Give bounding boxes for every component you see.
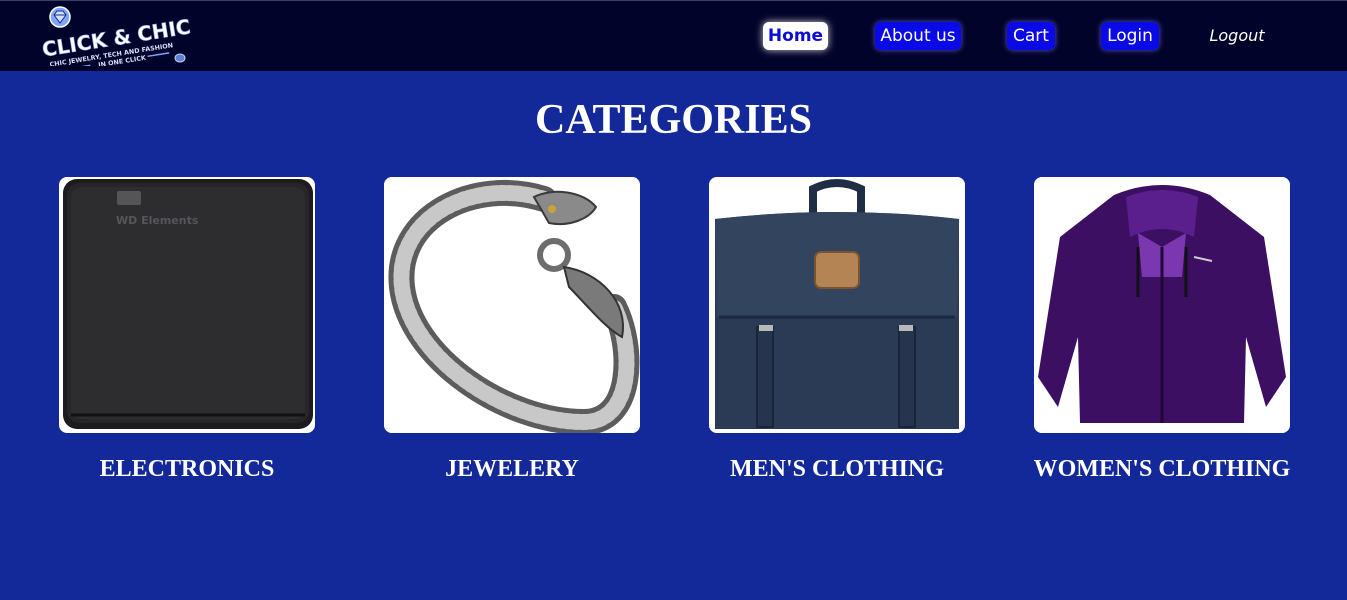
logo-graphic: CLICK & CHIC CHIC JEWELRY, TECH AND FASH…	[40, 6, 193, 66]
navbar: CLICK & CHIC CHIC JEWELRY, TECH AND FASH…	[0, 0, 1347, 71]
category-label-jewelery[interactable]: JEWELERY	[372, 456, 652, 483]
nav-cart-button[interactable]: Cart	[1007, 22, 1055, 50]
category-image-womens-clothing[interactable]	[1034, 177, 1290, 433]
hard-drive-icon: WD Elements	[63, 179, 313, 429]
diamond-icon	[49, 6, 71, 28]
logo[interactable]: CLICK & CHIC CHIC JEWELRY, TECH AND FASH…	[36, 4, 196, 66]
nav-about-button[interactable]: About us	[875, 22, 961, 50]
backpack-icon	[709, 177, 965, 433]
fox-logo-patch	[814, 251, 860, 289]
nav-home-button[interactable]: Home	[763, 22, 828, 50]
page-title: CATEGORIES	[535, 97, 812, 143]
category-image-mens-clothing[interactable]	[709, 177, 965, 433]
jacket-icon	[1034, 177, 1290, 433]
logo-underline-right	[147, 52, 170, 58]
wd-badge-icon	[117, 191, 141, 205]
bracelet-icon	[384, 177, 640, 433]
category-label-mens-clothing[interactable]: MEN'S CLOTHING	[697, 456, 977, 483]
category-label-womens-clothing[interactable]: WOMEN'S CLOTHING	[1022, 456, 1302, 483]
nav-logout-link[interactable]: Logout	[1207, 23, 1267, 49]
nav-login-button[interactable]: Login	[1101, 22, 1159, 50]
hdd-brand-text: WD Elements	[116, 214, 199, 227]
category-image-electronics[interactable]: WD Elements	[59, 177, 315, 433]
ring-icon	[174, 53, 186, 63]
category-image-jewelery[interactable]	[384, 177, 640, 433]
category-label-electronics[interactable]: ELECTRONICS	[47, 456, 327, 483]
